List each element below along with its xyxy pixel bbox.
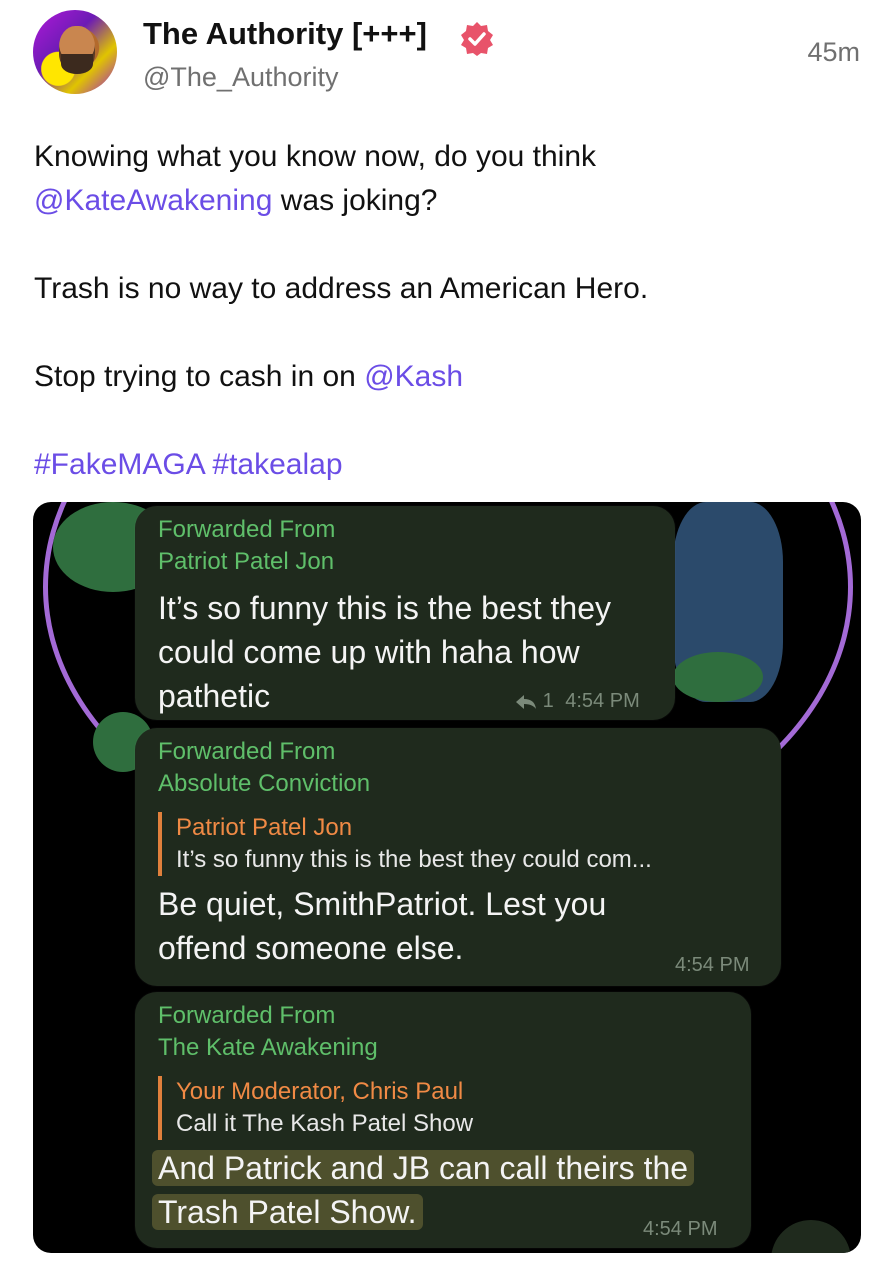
post-line-4: Stop trying to cash in on @Kash [34, 355, 864, 399]
quoted-message[interactable]: Patriot Patel Jon It’s so funny this is … [158, 812, 652, 876]
verified-badge-icon [461, 22, 493, 56]
message-text-line: Trash Patel Show. [152, 1190, 694, 1234]
post-line-4-text: Stop trying to cash in on [34, 360, 365, 393]
message-text-line: And Patrick and JB can call theirs the [152, 1146, 695, 1190]
forwarded-label: Forwarded From [158, 1002, 336, 1029]
message-meta: 1 4:54 PM [515, 690, 640, 713]
user-handle[interactable]: @The_Authority [143, 62, 339, 93]
mention-kateawakening[interactable]: @KateAwakening [34, 184, 272, 217]
highlighted-text: Trash Patel Show. [152, 1194, 423, 1230]
message-text-line: could come up with haha how [158, 634, 580, 670]
post-line-3: Trash is no way to address an American H… [34, 272, 649, 305]
chat-message[interactable]: Forwarded From Patriot Patel Jon It’s so… [135, 506, 675, 720]
chat-message[interactable]: Forwarded From Absolute Conviction Patri… [135, 728, 781, 986]
mention-kash[interactable]: @Kash [364, 360, 463, 393]
post-line-1: Knowing what you know now, do you think [34, 140, 597, 173]
avatar[interactable] [33, 10, 117, 94]
forwarded-source[interactable]: The Kate Awakening [158, 1032, 694, 1064]
message-text-line: Be quiet, SmithPatriot. Lest you [158, 886, 607, 922]
forwarded-label: Forwarded From [158, 516, 336, 543]
forwarded-source[interactable]: Patriot Patel Jon [158, 546, 611, 578]
quote-text: It’s so funny this is the best they coul… [176, 846, 652, 873]
message-time: 4:54 PM [643, 1218, 718, 1240]
message-time: 4:54 PM [565, 690, 640, 712]
reply-count: 1 [542, 690, 554, 712]
message-text-line: offend someone else. [158, 930, 464, 966]
scroll-button[interactable] [771, 1220, 851, 1253]
post-line-2: @KateAwakening was joking? [34, 179, 864, 223]
post-timestamp: 45m [807, 37, 860, 67]
display-name[interactable]: The Authority [+++] [143, 16, 427, 52]
quote-author: Your Moderator, Chris Paul [176, 1078, 464, 1105]
reply-icon [516, 694, 536, 709]
quoted-message[interactable]: Your Moderator, Chris Paul Call it The K… [158, 1076, 694, 1140]
attached-screenshot[interactable]: Forwarded From Patriot Patel Jon It’s so… [33, 502, 861, 1253]
hashtags[interactable]: #FakeMAGA #takealap [34, 443, 864, 487]
post-body: Knowing what you know now, do you think … [34, 135, 864, 487]
forwarded-source[interactable]: Absolute Conviction [158, 768, 652, 800]
forwarded-label: Forwarded From [158, 738, 336, 765]
message-text-line: It’s so funny this is the best they [158, 590, 611, 626]
highlighted-text: And Patrick and JB can call theirs the [152, 1150, 695, 1186]
quote-text: Call it The Kash Patel Show [176, 1110, 474, 1137]
background-shape [673, 652, 763, 702]
quote-author: Patriot Patel Jon [176, 814, 353, 841]
avatar-beard [61, 54, 93, 74]
message-time: 4:54 PM [675, 954, 750, 976]
chat-message[interactable]: Forwarded From The Kate Awakening Your M… [135, 992, 751, 1248]
post-line-2-rest: was joking? [272, 184, 438, 217]
